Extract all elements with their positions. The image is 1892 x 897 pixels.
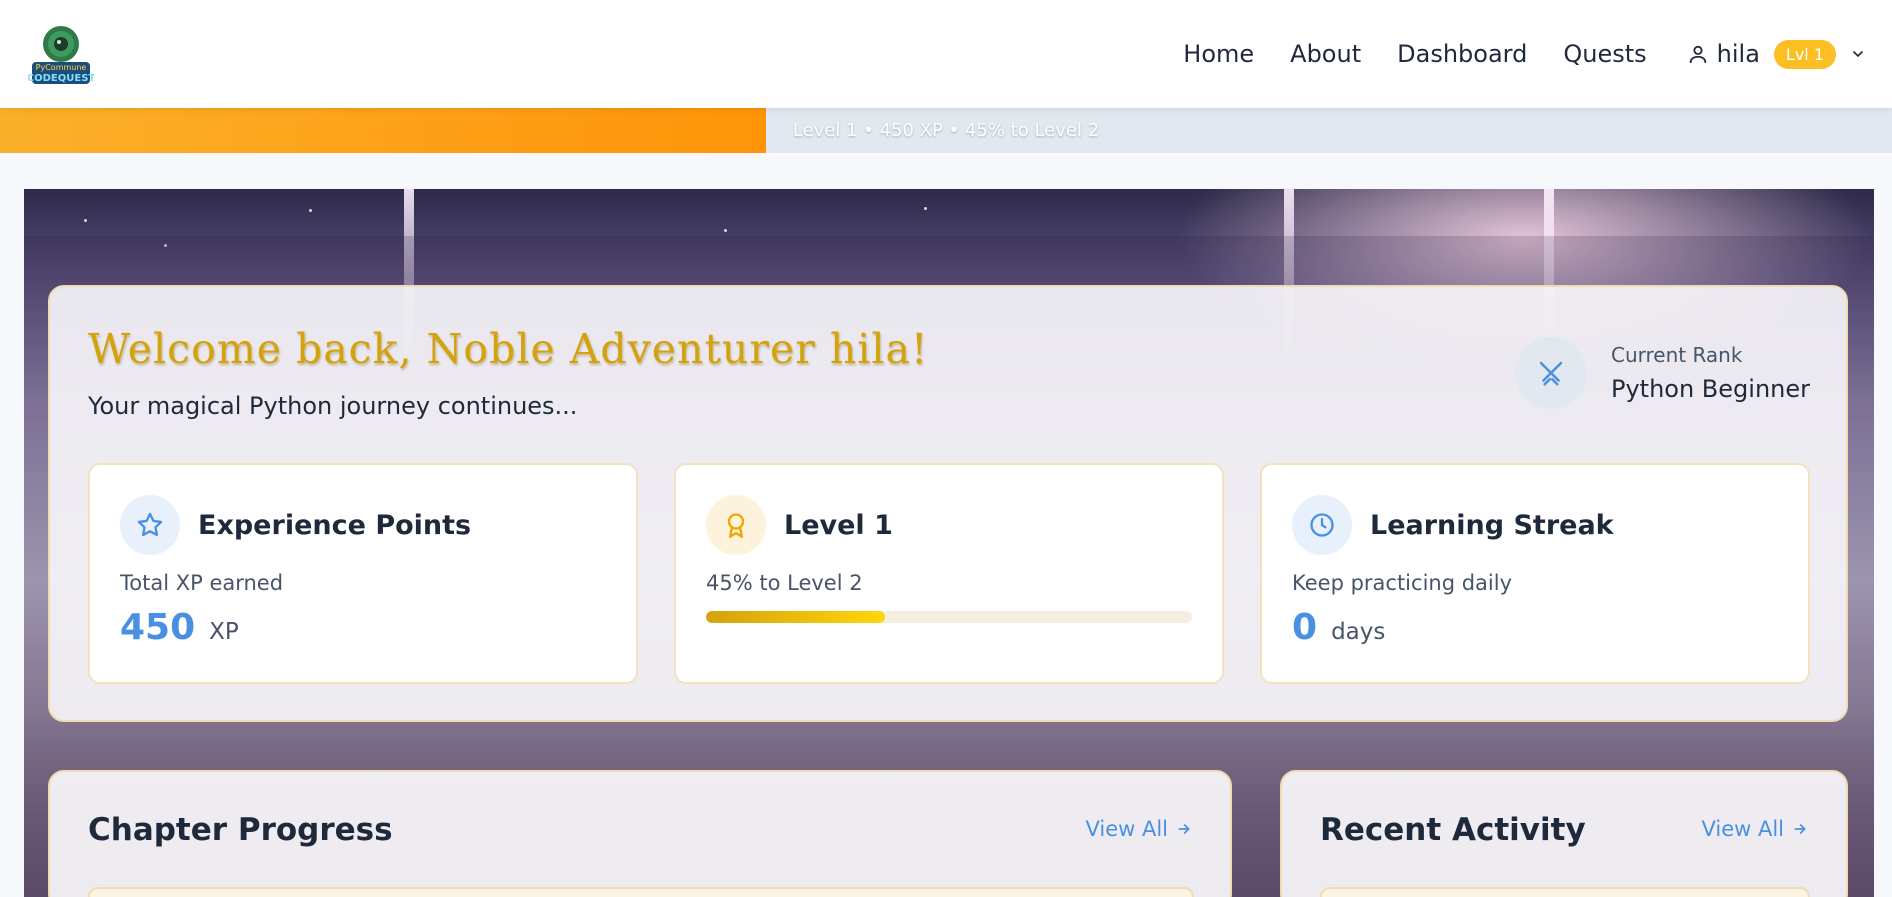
chapter-list-item[interactable] xyxy=(88,887,1194,897)
recent-activity-title: Recent Activity xyxy=(1320,812,1586,848)
nav-dashboard[interactable]: Dashboard xyxy=(1397,40,1527,68)
nav-links: Home About Dashboard Quests hila Lvl 1 xyxy=(1183,0,1892,108)
nav-quests[interactable]: Quests xyxy=(1563,40,1646,68)
welcome-panel: Welcome back, Noble Adventurer hila! You… xyxy=(48,285,1848,722)
level-card-subtitle: 45% to Level 2 xyxy=(706,571,863,595)
chapter-progress-title: Chapter Progress xyxy=(88,812,393,848)
user-icon xyxy=(1689,45,1706,64)
codequest-logo[interactable]: PyCommune CODEQUEST xyxy=(27,22,95,86)
level-card-title: Level 1 xyxy=(784,509,893,541)
nav-home[interactable]: Home xyxy=(1183,40,1254,68)
streak-unit: days xyxy=(1331,619,1386,645)
user-menu[interactable]: hila Lvl 1 xyxy=(1687,39,1866,69)
welcome-title: Welcome back, Noble Adventurer hila! xyxy=(88,325,929,373)
star-decoration xyxy=(309,209,312,212)
arrow-right-icon xyxy=(1794,824,1806,834)
chevron-down-icon xyxy=(1853,51,1863,58)
streak-card-title: Learning Streak xyxy=(1370,509,1614,541)
chapter-progress-panel: Chapter Progress View All xyxy=(48,770,1232,897)
level-card: Level 1 45% to Level 2 xyxy=(674,463,1224,684)
arrow-right-icon xyxy=(1178,824,1190,834)
welcome-subtitle: Your magical Python journey continues... xyxy=(88,392,578,420)
level-progress-track xyxy=(706,611,1192,623)
star-icon xyxy=(120,495,180,555)
level-progress-fill xyxy=(706,611,886,623)
navbar: PyCommune CODEQUEST Home About Dashboard… xyxy=(0,0,1892,108)
star-decoration xyxy=(724,229,727,232)
xp-progress-bar: Level 1 • 450 XP • 45% to Level 2 xyxy=(0,108,1892,153)
view-all-label: View All xyxy=(1701,817,1784,841)
xp-card-subtitle: Total XP earned xyxy=(120,571,284,595)
xp-progress-text: Level 1 • 450 XP • 45% to Level 2 xyxy=(792,120,1100,141)
star-decoration xyxy=(924,207,927,210)
streak-card-subtitle: Keep practicing daily xyxy=(1292,571,1513,595)
recent-activity-panel: Recent Activity View All xyxy=(1280,770,1848,897)
streak-value: 0 xyxy=(1292,607,1318,648)
logo-text-bottom: CODEQUEST xyxy=(28,73,94,84)
nav-about[interactable]: About xyxy=(1290,40,1361,68)
chapter-view-all-link[interactable]: View All xyxy=(1085,817,1192,841)
xp-card-title: Experience Points xyxy=(198,509,472,541)
level-badge: Lvl 1 xyxy=(1773,39,1836,69)
view-all-label: View All xyxy=(1085,817,1168,841)
xp-card: Experience Points Total XP earned 450 XP xyxy=(88,463,638,684)
crossed-swords-icon xyxy=(1514,337,1587,409)
award-icon xyxy=(706,495,766,555)
activity-list-item[interactable] xyxy=(1320,887,1810,897)
user-name: hila xyxy=(1716,40,1760,68)
rank-label: Current Rank xyxy=(1610,343,1743,367)
rank-value: Python Beginner xyxy=(1610,375,1810,403)
streak-card: Learning Streak Keep practicing daily 0 … xyxy=(1260,463,1810,684)
star-decoration xyxy=(84,219,87,222)
xp-unit: XP xyxy=(209,619,239,645)
xp-value: 450 xyxy=(120,607,196,648)
current-rank: Current Rank Python Beginner xyxy=(1514,337,1810,409)
logo-text-top: PyCommune xyxy=(36,63,87,72)
clock-icon xyxy=(1292,495,1352,555)
activity-view-all-link[interactable]: View All xyxy=(1701,817,1808,841)
